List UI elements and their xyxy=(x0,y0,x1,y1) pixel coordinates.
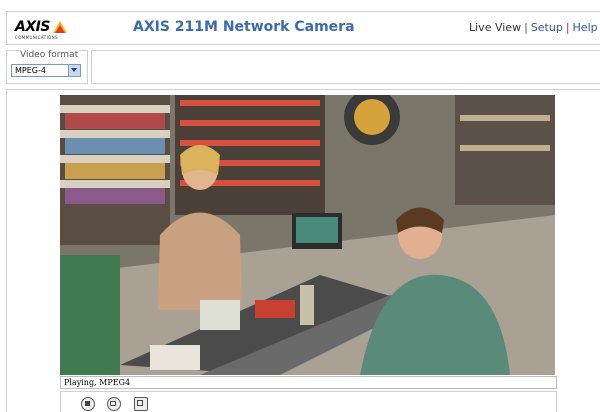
live-video-image[interactable] xyxy=(60,95,555,375)
logo-triangle-inner-icon xyxy=(55,25,65,33)
nav-live-view[interactable]: Live View xyxy=(469,21,521,34)
player-status: Playing, MPEG4 xyxy=(60,376,557,389)
header-bar: AXIS COMMUNICATIONS AXIS 211M Network Ca… xyxy=(6,11,600,45)
player-controls xyxy=(60,391,557,412)
video-scene xyxy=(60,95,555,375)
page-title: AXIS 211M Network Camera xyxy=(133,19,355,35)
nav-help[interactable]: Help xyxy=(573,21,598,34)
snapshot-icon[interactable] xyxy=(107,397,121,411)
nav-setup[interactable]: Setup xyxy=(531,21,563,34)
fullscreen-icon[interactable] xyxy=(134,397,148,411)
control-bar xyxy=(91,50,600,84)
nav-separator: | xyxy=(524,21,528,34)
nav-separator: | xyxy=(565,21,570,34)
stop-icon[interactable] xyxy=(81,397,95,411)
chevron-down-icon[interactable] xyxy=(68,65,80,76)
video-format-value: MPEG-4 xyxy=(15,66,46,75)
top-nav: Live View | Setup | Help xyxy=(469,21,598,34)
video-format-select[interactable]: MPEG-4 xyxy=(11,64,81,77)
video-format-group: Video format MPEG-4 xyxy=(6,50,88,84)
logo-text: AXIS xyxy=(15,19,50,35)
logo-subtext: COMMUNICATIONS xyxy=(15,35,59,40)
axis-logo[interactable]: AXIS COMMUNICATIONS xyxy=(15,19,73,41)
video-format-label: Video format xyxy=(19,50,80,60)
